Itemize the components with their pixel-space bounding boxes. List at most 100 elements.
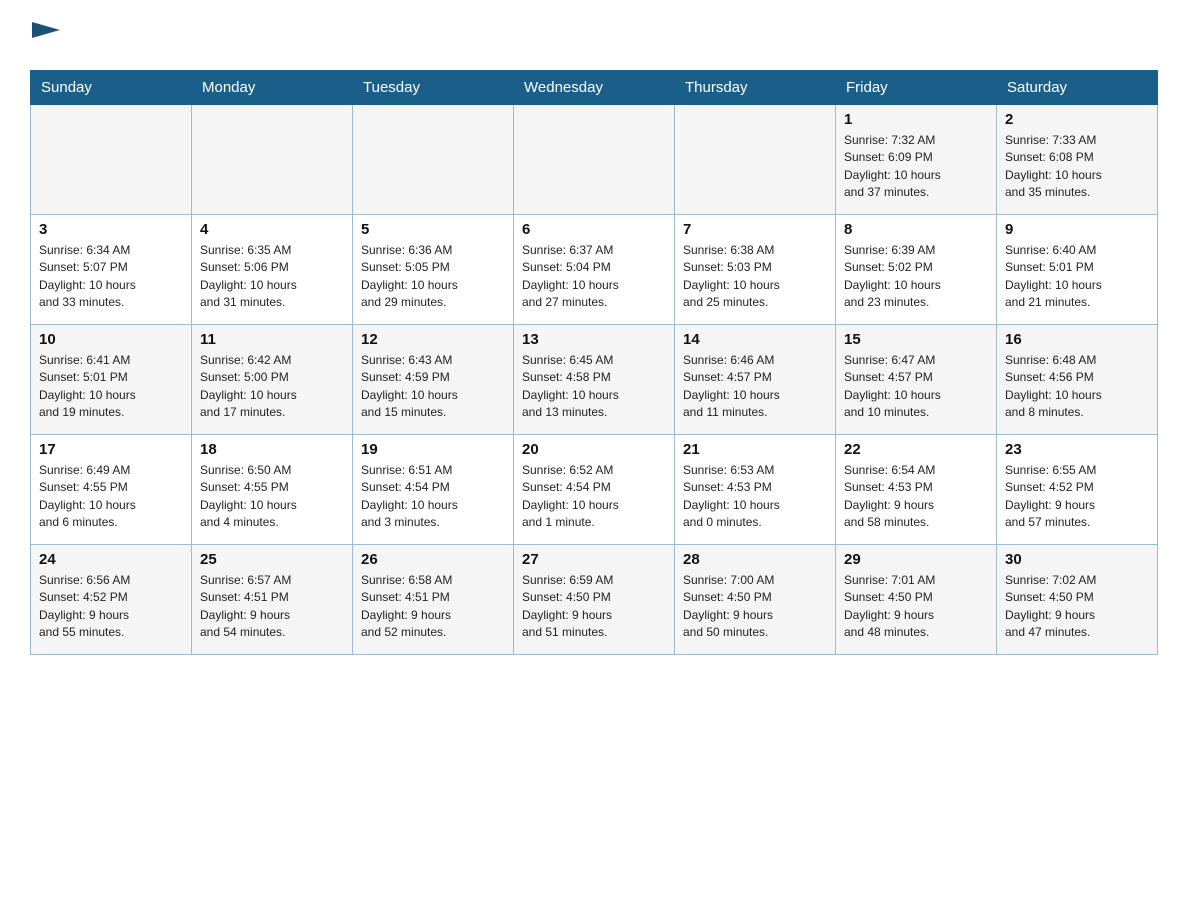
calendar-day-cell: 21 Sunrise: 6:53 AMSunset: 4:53 PMDayligh… — [675, 435, 836, 545]
header-sunday: Sunday — [31, 71, 192, 105]
day-info: Sunrise: 6:49 AMSunset: 4:55 PMDaylight:… — [39, 462, 183, 532]
day-info: Sunrise: 7:32 AMSunset: 6:09 PMDaylight:… — [844, 132, 988, 202]
day-info: Sunrise: 6:35 AMSunset: 5:06 PMDaylight:… — [200, 242, 344, 312]
day-info: Sunrise: 7:33 AMSunset: 6:08 PMDaylight:… — [1005, 132, 1149, 202]
day-number: 30 — [1005, 551, 1149, 568]
day-number: 22 — [844, 441, 988, 458]
page-header — [30, 20, 1158, 50]
calendar-day-cell: 28 Sunrise: 7:00 AMSunset: 4:50 PMDayligh… — [675, 545, 836, 655]
calendar-day-cell: 17 Sunrise: 6:49 AMSunset: 4:55 PMDayligh… — [31, 435, 192, 545]
calendar-day-cell: 22 Sunrise: 6:54 AMSunset: 4:53 PMDayligh… — [836, 435, 997, 545]
calendar-day-cell: 29Sunrise: 7:01 AMSunset: 4:50 PMDayligh… — [836, 545, 997, 655]
day-number: 3 — [39, 221, 183, 238]
day-info: Sunrise: 6:54 AMSunset: 4:53 PMDaylight:… — [844, 462, 988, 532]
day-number: 20 — [522, 441, 666, 458]
calendar-day-cell: 7Sunrise: 6:38 AMSunset: 5:03 PMDaylight… — [675, 215, 836, 325]
day-number: 12 — [361, 331, 505, 348]
day-number: 11 — [200, 331, 344, 348]
day-info: Sunrise: 7:00 AMSunset: 4:50 PMDaylight:… — [683, 572, 827, 642]
calendar-day-cell: 27 Sunrise: 6:59 AMSunset: 4:50 PMDayligh… — [514, 545, 675, 655]
calendar-day-cell — [192, 105, 353, 215]
calendar-day-cell — [31, 105, 192, 215]
header-thursday: Thursday — [675, 71, 836, 105]
day-info: Sunrise: 6:45 AMSunset: 4:58 PMDaylight:… — [522, 352, 666, 422]
day-number: 4 — [200, 221, 344, 238]
day-number: 13 — [522, 331, 666, 348]
calendar-day-cell: 14 Sunrise: 6:46 AMSunset: 4:57 PMDayligh… — [675, 325, 836, 435]
header-wednesday: Wednesday — [514, 71, 675, 105]
calendar-day-cell: 5 Sunrise: 6:36 AMSunset: 5:05 PMDaylight… — [353, 215, 514, 325]
day-info: Sunrise: 6:37 AMSunset: 5:04 PMDaylight:… — [522, 242, 666, 312]
calendar-day-cell: 4 Sunrise: 6:35 AMSunset: 5:06 PMDaylight… — [192, 215, 353, 325]
day-number: 2 — [1005, 111, 1149, 128]
logo-flag-icon — [32, 22, 60, 50]
calendar-day-cell: 6 Sunrise: 6:37 AMSunset: 5:04 PMDaylight… — [514, 215, 675, 325]
header-friday: Friday — [836, 71, 997, 105]
day-number: 27 — [522, 551, 666, 568]
calendar-day-cell: 20Sunrise: 6:52 AMSunset: 4:54 PMDayligh… — [514, 435, 675, 545]
calendar-week-row: 3 Sunrise: 6:34 AMSunset: 5:07 PMDaylight… — [31, 215, 1158, 325]
day-number: 17 — [39, 441, 183, 458]
day-info: Sunrise: 6:59 AMSunset: 4:50 PMDaylight:… — [522, 572, 666, 642]
day-info: Sunrise: 6:42 AMSunset: 5:00 PMDaylight:… — [200, 352, 344, 422]
calendar-day-cell: 3 Sunrise: 6:34 AMSunset: 5:07 PMDaylight… — [31, 215, 192, 325]
day-number: 10 — [39, 331, 183, 348]
calendar-week-row: 17 Sunrise: 6:49 AMSunset: 4:55 PMDayligh… — [31, 435, 1158, 545]
calendar-day-cell: 16Sunrise: 6:48 AMSunset: 4:56 PMDayligh… — [997, 325, 1158, 435]
calendar-day-cell: 2 Sunrise: 7:33 AMSunset: 6:08 PMDaylight… — [997, 105, 1158, 215]
calendar-day-cell: 25 Sunrise: 6:57 AMSunset: 4:51 PMDayligh… — [192, 545, 353, 655]
day-number: 19 — [361, 441, 505, 458]
day-number: 24 — [39, 551, 183, 568]
calendar-day-cell: 8Sunrise: 6:39 AMSunset: 5:02 PMDaylight… — [836, 215, 997, 325]
day-number: 9 — [1005, 221, 1149, 238]
day-info: Sunrise: 6:50 AMSunset: 4:55 PMDaylight:… — [200, 462, 344, 532]
day-number: 15 — [844, 331, 988, 348]
day-info: Sunrise: 6:47 AMSunset: 4:57 PMDaylight:… — [844, 352, 988, 422]
weekday-header-row: Sunday Monday Tuesday Wednesday Thursday… — [31, 71, 1158, 105]
day-info: Sunrise: 6:46 AMSunset: 4:57 PMDaylight:… — [683, 352, 827, 422]
day-number: 29 — [844, 551, 988, 568]
calendar-day-cell: 26Sunrise: 6:58 AMSunset: 4:51 PMDayligh… — [353, 545, 514, 655]
day-number: 28 — [683, 551, 827, 568]
day-info: Sunrise: 6:56 AMSunset: 4:52 PMDaylight:… — [39, 572, 183, 642]
calendar-day-cell: 1 Sunrise: 7:32 AMSunset: 6:09 PMDaylight… — [836, 105, 997, 215]
day-number: 21 — [683, 441, 827, 458]
calendar-day-cell: 23 Sunrise: 6:55 AMSunset: 4:52 PMDayligh… — [997, 435, 1158, 545]
calendar-day-cell: 10 Sunrise: 6:41 AMSunset: 5:01 PMDayligh… — [31, 325, 192, 435]
day-number: 26 — [361, 551, 505, 568]
calendar-day-cell: 18 Sunrise: 6:50 AMSunset: 4:55 PMDayligh… — [192, 435, 353, 545]
calendar-day-cell: 15 Sunrise: 6:47 AMSunset: 4:57 PMDayligh… — [836, 325, 997, 435]
day-number: 1 — [844, 111, 988, 128]
day-number: 14 — [683, 331, 827, 348]
calendar-week-row: 10 Sunrise: 6:41 AMSunset: 5:01 PMDayligh… — [31, 325, 1158, 435]
day-info: Sunrise: 6:34 AMSunset: 5:07 PMDaylight:… — [39, 242, 183, 312]
header-monday: Monday — [192, 71, 353, 105]
header-tuesday: Tuesday — [353, 71, 514, 105]
day-info: Sunrise: 6:55 AMSunset: 4:52 PMDaylight:… — [1005, 462, 1149, 532]
day-number: 6 — [522, 221, 666, 238]
day-number: 18 — [200, 441, 344, 458]
day-info: Sunrise: 6:36 AMSunset: 5:05 PMDaylight:… — [361, 242, 505, 312]
day-number: 5 — [361, 221, 505, 238]
day-info: Sunrise: 6:38 AMSunset: 5:03 PMDaylight:… — [683, 242, 827, 312]
calendar-day-cell — [675, 105, 836, 215]
day-number: 25 — [200, 551, 344, 568]
day-info: Sunrise: 6:41 AMSunset: 5:01 PMDaylight:… — [39, 352, 183, 422]
day-info: Sunrise: 6:39 AMSunset: 5:02 PMDaylight:… — [844, 242, 988, 312]
calendar-day-cell: 12 Sunrise: 6:43 AMSunset: 4:59 PMDayligh… — [353, 325, 514, 435]
calendar-day-cell: 19 Sunrise: 6:51 AMSunset: 4:54 PMDayligh… — [353, 435, 514, 545]
day-info: Sunrise: 6:40 AMSunset: 5:01 PMDaylight:… — [1005, 242, 1149, 312]
logo — [30, 20, 60, 50]
header-saturday: Saturday — [997, 71, 1158, 105]
calendar-day-cell — [514, 105, 675, 215]
day-info: Sunrise: 6:53 AMSunset: 4:53 PMDaylight:… — [683, 462, 827, 532]
day-info: Sunrise: 6:51 AMSunset: 4:54 PMDaylight:… — [361, 462, 505, 532]
day-number: 23 — [1005, 441, 1149, 458]
calendar-day-cell: 24 Sunrise: 6:56 AMSunset: 4:52 PMDayligh… — [31, 545, 192, 655]
day-info: Sunrise: 6:43 AMSunset: 4:59 PMDaylight:… — [361, 352, 505, 422]
calendar-week-row: 24 Sunrise: 6:56 AMSunset: 4:52 PMDayligh… — [31, 545, 1158, 655]
day-info: Sunrise: 6:57 AMSunset: 4:51 PMDaylight:… — [200, 572, 344, 642]
calendar-day-cell — [353, 105, 514, 215]
calendar-day-cell: 30Sunrise: 7:02 AMSunset: 4:50 PMDayligh… — [997, 545, 1158, 655]
day-number: 16 — [1005, 331, 1149, 348]
